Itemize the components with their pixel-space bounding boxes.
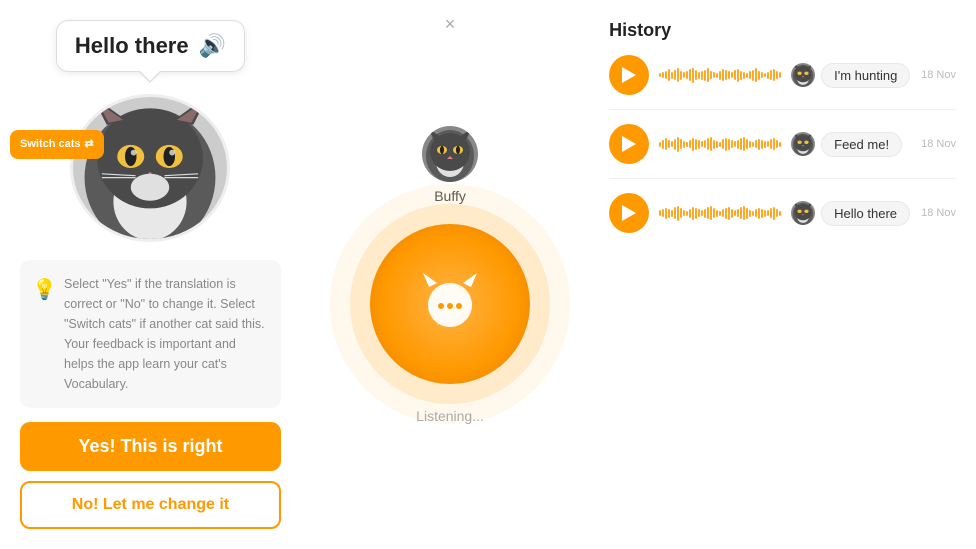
- speaker-icon[interactable]: 🔊: [199, 33, 226, 59]
- history-cat-row: I'm hunting: [791, 63, 910, 88]
- cat-name-label: Buffy: [434, 188, 466, 204]
- history-label-area: Feed me!: [791, 132, 911, 157]
- waveform: [659, 59, 781, 91]
- right-panel: History I'm hunting18 NovFeed me!18 NovH…: [599, 0, 976, 549]
- history-avatar: [791, 132, 815, 156]
- history-avatar: [791, 63, 815, 87]
- history-title: History: [609, 20, 956, 41]
- history-label-area: Hello there: [791, 201, 911, 226]
- mic-listen-button[interactable]: [370, 224, 530, 384]
- info-text: Select "Yes" if the translation is corre…: [64, 277, 265, 391]
- switch-cats-label: Switch cats: [20, 138, 81, 151]
- history-avatar: [791, 201, 815, 225]
- bulb-icon: 💡: [32, 274, 57, 306]
- play-button[interactable]: [609, 55, 649, 95]
- history-translation-tag: Hello there: [821, 201, 910, 226]
- play-button[interactable]: [609, 124, 649, 164]
- left-panel: Hello there 🔊 Switch cats ⇄: [0, 0, 301, 549]
- yes-button[interactable]: Yes! This is right: [20, 422, 281, 471]
- history-item: I'm hunting 18 Nov: [609, 55, 956, 95]
- history-label-area: I'm hunting: [791, 63, 911, 88]
- history-date: 18 Nov: [921, 138, 956, 150]
- history-item: Hello there 18 Nov: [609, 193, 956, 233]
- history-cat-row: Feed me!: [791, 132, 902, 157]
- cat-avatar: [70, 94, 230, 242]
- switch-cats-button[interactable]: Switch cats ⇄: [10, 130, 104, 159]
- history-date: 18 Nov: [921, 69, 956, 81]
- speech-bubble: Hello there 🔊: [56, 20, 245, 72]
- waveform: [659, 197, 781, 229]
- middle-panel: × Buffy: [301, 0, 599, 549]
- close-button[interactable]: ×: [445, 14, 456, 35]
- play-button[interactable]: [609, 193, 649, 233]
- listening-status: Listening...: [416, 408, 484, 424]
- waveform: [659, 128, 781, 160]
- no-button[interactable]: No! Let me change it: [20, 481, 281, 529]
- history-item: Feed me! 18 Nov: [609, 124, 956, 164]
- translation-text: Hello there: [75, 33, 189, 59]
- cat-image: [73, 94, 227, 242]
- buffy-avatar-image: [422, 126, 478, 182]
- history-cat-row: Hello there: [791, 201, 910, 226]
- switch-icon: ⇄: [85, 138, 94, 151]
- history-translation-tag: I'm hunting: [821, 63, 910, 88]
- cat-mic-icon: [415, 269, 485, 339]
- history-list: I'm hunting18 NovFeed me!18 NovHello the…: [609, 55, 956, 233]
- info-box: 💡 Select "Yes" if the translation is cor…: [20, 260, 281, 408]
- history-translation-tag: Feed me!: [821, 132, 902, 157]
- buffy-avatar: [422, 126, 478, 182]
- history-date: 18 Nov: [921, 207, 956, 219]
